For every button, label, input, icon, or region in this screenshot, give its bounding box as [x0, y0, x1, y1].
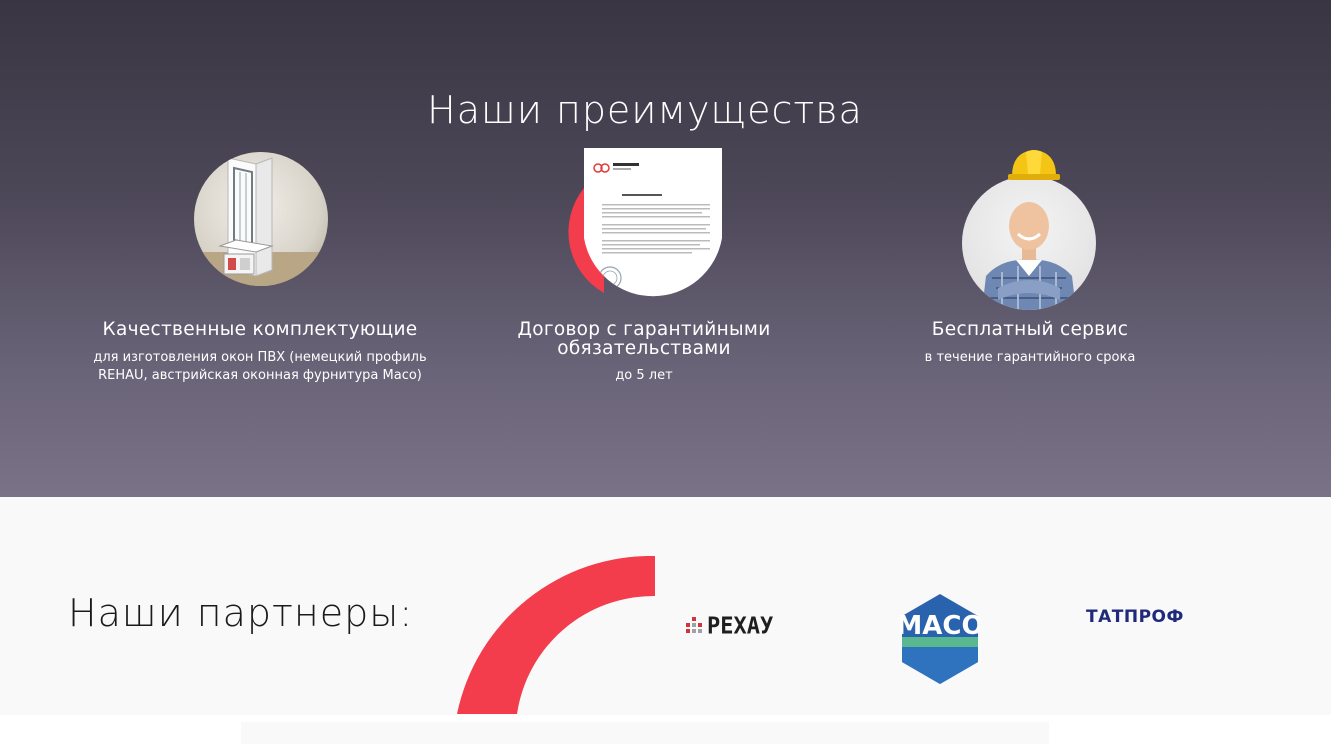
- rehau-logo[interactable]: РЕХАУ: [686, 611, 773, 641]
- bottom-strip: [241, 722, 1049, 744]
- advantage-item-contract: Договор с гарантийными обязательствами д…: [474, 148, 814, 383]
- advantage-item-service: Бесплатный сервис в течение гарантийного…: [860, 148, 1200, 365]
- partners-title: Наши партнеры:: [68, 591, 414, 635]
- rehau-logo-text: РЕХАУ: [707, 612, 774, 640]
- advantage-heading: Бесплатный сервис: [931, 319, 1129, 340]
- advantages-title: Наши преимущества: [427, 87, 863, 132]
- decorative-arc: [457, 556, 655, 714]
- contract-document-image: [568, 148, 722, 297]
- maco-logo[interactable]: MACO: [896, 594, 984, 684]
- advantages-section: Наши преимущества Качественные комплекту…: [0, 0, 1331, 497]
- tatprof-logo[interactable]: ТАТПРОФ: [1086, 607, 1184, 627]
- advantage-heading: Качественные комплектующие: [102, 319, 418, 340]
- advantage-description: для изготовления окон ПВХ (немецкий проф…: [93, 350, 427, 383]
- rehau-dots-icon: [686, 617, 702, 633]
- partners-section: Наши партнеры: РЕХАУ MACO ТАТПРОФ: [0, 497, 1331, 715]
- pvc-window-profile-image: [194, 152, 328, 286]
- advantage-item-components: Качественные комплектующие для изготовле…: [90, 148, 430, 383]
- hard-hat-icon: [1008, 150, 1060, 180]
- worker-in-helmet-image: [962, 176, 1096, 310]
- maco-logo-text: MACO: [900, 611, 980, 641]
- advantage-description: в течение гарантийного срока: [924, 350, 1136, 365]
- advantage-description: до 5 лет: [615, 368, 673, 383]
- advantage-heading: Договор с гарантийными обязательствами: [517, 319, 771, 359]
